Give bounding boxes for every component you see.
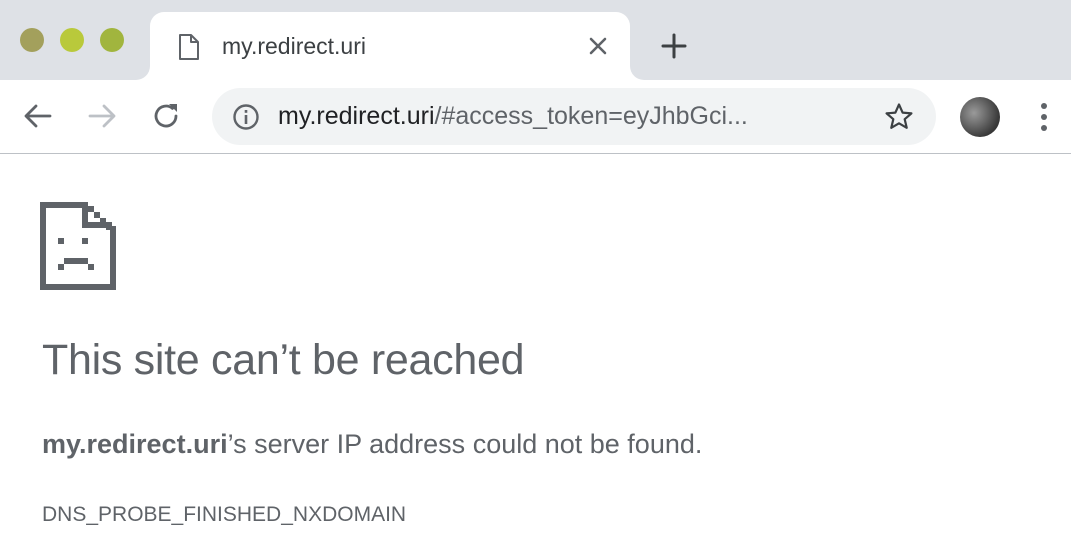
address-bar[interactable]: my.redirect.uri/#access_token=eyJhbGci..… [212, 88, 936, 145]
close-icon[interactable] [586, 34, 610, 58]
tab-title: my.redirect.uri [222, 33, 366, 59]
new-tab-button[interactable] [660, 32, 688, 60]
page-icon [179, 34, 199, 60]
info-icon[interactable] [232, 103, 260, 131]
url-host: my.redirect.uri [278, 102, 435, 130]
error-code: DNS_PROBE_FINISHED_NXDOMAIN [42, 503, 407, 526]
sad-page-icon [40, 202, 116, 290]
avatar[interactable] [960, 97, 1000, 137]
more-vert-icon[interactable] [1032, 100, 1056, 134]
toolbar: my.redirect.uri/#access_token=eyJhbGci..… [0, 80, 1071, 154]
error-message-text: ’s server IP address could not be found. [227, 429, 703, 459]
error-host: my.redirect.uri [42, 429, 228, 459]
star-icon[interactable] [883, 101, 915, 133]
url-text[interactable]: my.redirect.uri/#access_token=eyJhbGci..… [278, 101, 748, 131]
back-button[interactable] [22, 100, 54, 132]
error-heading: This site can’t be reached [42, 336, 525, 384]
tab-strip: my.redirect.uri [0, 0, 1071, 80]
error-message: my.redirect.uri’s server IP address coul… [42, 427, 702, 461]
minimize-window-button[interactable] [60, 28, 84, 52]
reload-button[interactable] [150, 100, 182, 132]
url-path: /#access_token=eyJhbGci... [434, 102, 748, 130]
close-window-button[interactable] [20, 28, 44, 52]
forward-button[interactable] [86, 100, 118, 132]
maximize-window-button[interactable] [100, 28, 124, 52]
tab-active[interactable]: my.redirect.uri [150, 12, 630, 80]
